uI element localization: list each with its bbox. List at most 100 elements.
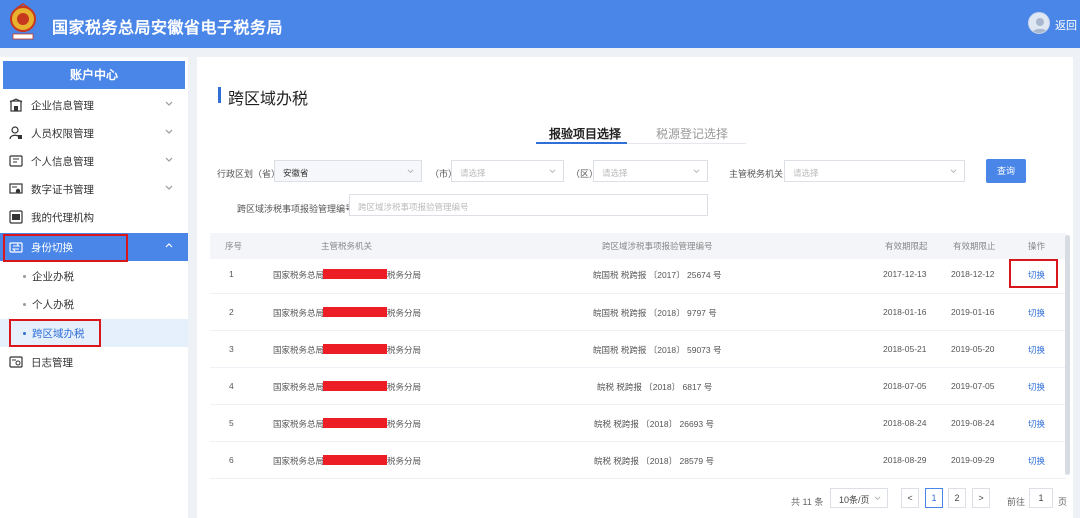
chevron-down-icon xyxy=(165,157,173,162)
sidebar-sub-item-label: 企业办税 xyxy=(32,271,74,283)
row-org-prefix: 国家税务总局 xyxy=(273,345,325,355)
row-org-suffix: 税务分局 xyxy=(387,382,422,392)
sidebar-sub-item-personal-tax[interactable]: 个人办税 xyxy=(0,290,188,318)
chevron-up-icon xyxy=(165,243,173,248)
chevron-down-icon xyxy=(165,129,173,134)
sidebar-item-company-info[interactable]: 企业信息管理 xyxy=(0,91,188,119)
page-suffix: 页 xyxy=(1058,497,1068,507)
certificate-icon xyxy=(9,183,23,194)
row-no: 3 xyxy=(229,344,234,354)
switch-link[interactable]: 切换 xyxy=(1028,307,1045,319)
id-card-icon xyxy=(9,155,23,167)
row-end: 2019-08-24 xyxy=(951,418,995,428)
row-divider xyxy=(210,441,1066,442)
chevron-down-icon xyxy=(407,169,414,173)
sidebar-item-label: 日志管理 xyxy=(31,357,73,369)
total-count: 共 11 条 xyxy=(791,497,824,507)
province-value: 安徽省 xyxy=(283,168,309,178)
col-header-no: 序号 xyxy=(225,241,243,251)
user-lock-icon xyxy=(9,126,22,140)
row-code: 皖税 税跨报 〔2018〕 26693 号 xyxy=(594,419,714,429)
main-panel: 跨区域办税 报验项目选择 税源登记选择 行政区划（省） 安徽省 （市） 请选择 … xyxy=(197,57,1073,518)
row-org-prefix: 国家税务总局 xyxy=(273,456,325,466)
row-org-suffix: 税务分局 xyxy=(387,456,422,466)
code-label: 跨区域涉税事项报验管理编号 xyxy=(237,204,355,214)
page-button-2[interactable]: 2 xyxy=(948,488,966,508)
chevron-down-icon xyxy=(549,169,556,173)
tab-tax-source[interactable]: 税源登记选择 xyxy=(656,125,728,142)
sidebar-item-personal-info[interactable]: 个人信息管理 xyxy=(0,147,188,175)
page-title: 跨区域办税 xyxy=(228,91,309,108)
log-icon xyxy=(9,356,23,368)
col-header-code: 跨区域涉税事项报验管理编号 xyxy=(602,241,713,251)
building-icon xyxy=(9,98,23,112)
redaction-bar xyxy=(323,381,387,391)
province-select[interactable]: 安徽省 xyxy=(274,160,422,182)
city-select[interactable]: 请选择 xyxy=(451,160,564,182)
switch-link[interactable]: 切换 xyxy=(1028,418,1045,430)
col-header-authority: 主管税务机关 xyxy=(321,241,373,251)
row-no: 1 xyxy=(229,269,234,279)
district-select[interactable]: 请选择 xyxy=(593,160,708,182)
row-org-suffix: 税务分局 xyxy=(387,419,422,429)
sidebar-item-agency[interactable]: 我的代理机构 xyxy=(0,203,188,231)
user-avatar-icon[interactable] xyxy=(1028,12,1050,34)
row-code: 皖国税 税跨报 〔2018〕 9797 号 xyxy=(593,308,717,318)
row-start: 2017-12-13 xyxy=(883,269,927,279)
row-org-suffix: 税务分局 xyxy=(387,308,422,318)
row-start: 2018-05-21 xyxy=(883,344,927,354)
sidebar-item-label: 人员权限管理 xyxy=(31,128,94,140)
prev-page-button[interactable]: < xyxy=(901,488,919,508)
sidebar-sub-item-label: 个人办税 xyxy=(32,299,74,311)
row-no: 4 xyxy=(229,381,234,391)
authority-label: 主管税务机关 xyxy=(729,169,784,179)
redaction-bar xyxy=(323,418,387,428)
row-divider xyxy=(210,293,1066,294)
query-button[interactable]: 查询 xyxy=(986,159,1026,183)
back-link[interactable]: 返回 xyxy=(1055,17,1077,33)
sidebar-item-log[interactable]: 日志管理 xyxy=(0,348,188,376)
col-header-end: 有效期限止 xyxy=(953,241,996,251)
col-header-action: 操作 xyxy=(1028,241,1046,251)
row-code: 皖国税 税跨报 〔2017〕 25674 号 xyxy=(593,270,722,280)
highlight-box xyxy=(3,234,128,262)
tax-emblem-icon xyxy=(10,3,36,40)
row-divider xyxy=(210,478,1066,479)
bullet-dot xyxy=(23,303,26,306)
row-no: 5 xyxy=(229,418,234,428)
chevron-down-icon xyxy=(165,101,173,106)
redaction-bar xyxy=(323,344,387,354)
row-divider xyxy=(210,404,1066,405)
row-divider xyxy=(210,367,1066,368)
code-input[interactable]: 跨区域涉税事项报验管理编号 xyxy=(349,194,708,216)
goto-page-input[interactable]: 1 xyxy=(1029,488,1053,508)
redaction-bar xyxy=(323,307,387,317)
switch-link[interactable]: 切换 xyxy=(1028,344,1045,356)
chevron-down-icon xyxy=(874,496,881,500)
sidebar-item-staff-permission[interactable]: 人员权限管理 xyxy=(0,119,188,147)
row-end: 2019-09-29 xyxy=(951,455,995,465)
row-code: 皖国税 税跨报 〔2018〕 59073 号 xyxy=(593,345,722,355)
table-scrollbar[interactable] xyxy=(1065,235,1070,475)
row-org-suffix: 税务分局 xyxy=(387,345,422,355)
authority-select[interactable]: 请选择 xyxy=(784,160,965,182)
row-end: 2019-01-16 xyxy=(951,307,995,317)
page-size-select[interactable]: 10条/页 xyxy=(830,488,888,508)
top-header: 国家税务总局安徽省电子税务局 返回 xyxy=(0,0,1080,48)
page-button-1[interactable]: 1 xyxy=(925,488,943,508)
district-placeholder: 请选择 xyxy=(602,168,628,178)
tab-declaration-item[interactable]: 报验项目选择 xyxy=(549,125,621,142)
next-page-button[interactable]: > xyxy=(972,488,990,508)
sidebar-item-certificate[interactable]: 数字证书管理 xyxy=(0,175,188,203)
row-end: 2019-07-05 xyxy=(951,381,995,391)
row-start: 2018-07-05 xyxy=(883,381,927,391)
bullet-dot xyxy=(23,275,26,278)
row-org-prefix: 国家税务总局 xyxy=(273,419,325,429)
switch-link[interactable]: 切换 xyxy=(1028,455,1045,467)
authority-placeholder: 请选择 xyxy=(793,168,819,178)
sidebar-sub-item-enterprise-tax[interactable]: 企业办税 xyxy=(0,262,188,290)
row-start: 2018-08-24 xyxy=(883,418,927,428)
row-code: 皖税 税跨报 〔2018〕 28579 号 xyxy=(594,456,714,466)
row-start: 2018-08-29 xyxy=(883,455,927,465)
switch-link[interactable]: 切换 xyxy=(1028,381,1045,393)
